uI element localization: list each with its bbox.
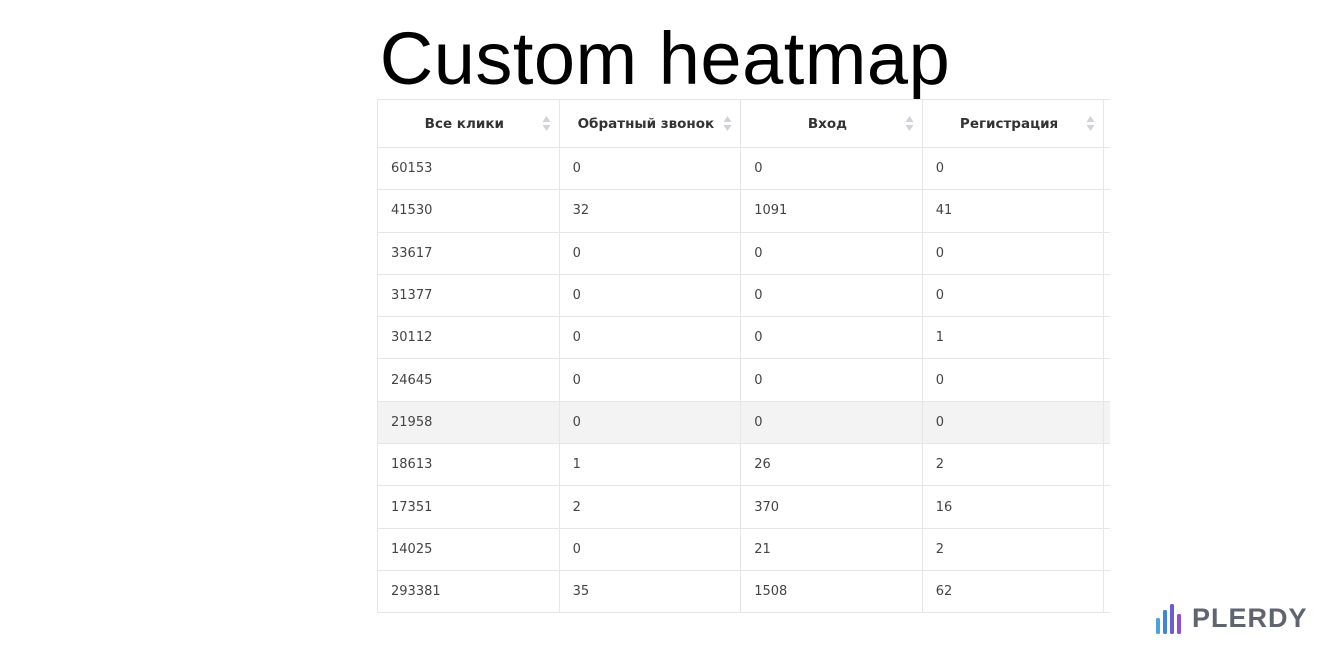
sort-icon[interactable] <box>723 115 732 132</box>
table-cell: 0 <box>558 146 742 191</box>
table-cell: 0 <box>558 273 742 318</box>
table-cell-overflow <box>1103 316 1110 360</box>
column-header-registration[interactable]: Регистрация <box>921 99 1105 148</box>
column-header-label: Вход <box>807 115 848 132</box>
table-cell: 0 <box>740 146 923 191</box>
table-cell: 0 <box>740 273 923 318</box>
table-cell-overflow <box>1103 231 1110 275</box>
table-cell: 33617 <box>377 231 560 275</box>
column-header-login[interactable]: Вход <box>740 99 923 148</box>
table-row[interactable]: 18613 1 26 2 <box>377 443 1110 487</box>
column-header-label: Регистрация <box>959 115 1059 132</box>
table-cell: 1 <box>558 443 742 487</box>
heatmap-table-container: Все клики Обратный звонок Вход Регистрац… <box>377 99 1110 613</box>
table-cell: 32 <box>558 189 742 233</box>
table-cell: 2 <box>921 527 1105 571</box>
table-cell-overflow <box>1103 146 1110 191</box>
table-row[interactable]: 24645 0 0 0 <box>377 358 1110 402</box>
column-header-callback[interactable]: Обратный звонок <box>558 99 742 148</box>
table-cell: 0 <box>558 527 742 571</box>
table-cell: 21 <box>740 527 923 571</box>
column-header-label: Обратный звонок <box>577 115 715 132</box>
table-cell-overflow <box>1103 527 1110 571</box>
table-cell: 2 <box>558 485 742 529</box>
sort-icon[interactable] <box>542 115 551 132</box>
table-row[interactable]: 30112 0 0 1 <box>377 316 1110 360</box>
table-cell-overflow <box>1103 485 1110 529</box>
table-cell: 0 <box>558 231 742 275</box>
table-cell: 1091 <box>740 189 923 233</box>
table-cell: 18613 <box>377 443 560 487</box>
table-cell: 0 <box>558 358 742 402</box>
table-cell-overflow <box>1103 569 1110 613</box>
table-cell: 0 <box>921 273 1105 318</box>
table-row[interactable]: 14025 0 21 2 <box>377 527 1110 571</box>
column-header-all-clicks[interactable]: Все клики <box>377 99 560 148</box>
table-cell-overflow <box>1103 443 1110 487</box>
table-cell: 0 <box>558 400 742 445</box>
table-cell: 17351 <box>377 485 560 529</box>
table-cell-overflow <box>1103 273 1110 318</box>
table-cell: 1508 <box>740 569 923 613</box>
table-cell: 24645 <box>377 358 560 402</box>
table-cell: 31377 <box>377 273 560 318</box>
table-cell: 2 <box>921 443 1105 487</box>
logo-text: PLERDY <box>1192 603 1308 633</box>
table-row[interactable]: 17351 2 370 16 <box>377 485 1110 529</box>
sort-icon[interactable] <box>1086 115 1095 132</box>
table-cell: 16 <box>921 485 1105 529</box>
table-cell: 0 <box>921 358 1105 402</box>
table-row[interactable]: 293381 35 1508 62 <box>377 569 1110 613</box>
table-cell: 30112 <box>377 316 560 360</box>
table-cell: 60153 <box>377 146 560 191</box>
plerdy-logo: PLERDY <box>1155 598 1320 638</box>
table-cell-overflow <box>1103 358 1110 402</box>
table-cell: 0 <box>921 400 1105 445</box>
table-cell-overflow <box>1103 189 1110 233</box>
table-cell: 35 <box>558 569 742 613</box>
table-cell: 14025 <box>377 527 560 571</box>
table-cell: 0 <box>740 400 923 445</box>
table-cell: 0 <box>921 231 1105 275</box>
column-header-overflow <box>1103 99 1110 148</box>
page-title: Custom heatmap <box>379 17 951 100</box>
table-cell: 0 <box>740 358 923 402</box>
table-row[interactable]: 60153 0 0 0 <box>377 146 1110 191</box>
table-body: 60153 0 0 0 41530 32 1091 41 33617 0 0 0 31377 0 0 0 301… <box>377 146 1110 613</box>
table-row[interactable]: 21958 0 0 0 <box>377 400 1110 445</box>
table-header-row: Все клики Обратный звонок Вход Регистрац… <box>377 99 1110 148</box>
table-row[interactable]: 31377 0 0 0 <box>377 273 1110 318</box>
sort-icon[interactable] <box>905 115 914 132</box>
table-row[interactable]: 41530 32 1091 41 <box>377 189 1110 233</box>
column-header-label: Все клики <box>424 115 504 132</box>
table-cell: 370 <box>740 485 923 529</box>
table-cell: 21958 <box>377 400 560 445</box>
table-cell: 41 <box>921 189 1105 233</box>
table-cell: 41530 <box>377 189 560 233</box>
table-cell: 0 <box>921 146 1105 191</box>
table-cell: 293381 <box>377 569 560 613</box>
table-cell: 0 <box>740 231 923 275</box>
table-cell: 1 <box>921 316 1105 360</box>
table-cell: 0 <box>740 316 923 360</box>
table-cell: 0 <box>558 316 742 360</box>
table-cell: 26 <box>740 443 923 487</box>
table-cell: 62 <box>921 569 1105 613</box>
table-cell-overflow <box>1103 400 1110 445</box>
table-row[interactable]: 33617 0 0 0 <box>377 231 1110 275</box>
heatmap-table: Все клики Обратный звонок Вход Регистрац… <box>377 99 1110 613</box>
bar-chart-logo-icon <box>1156 604 1181 634</box>
